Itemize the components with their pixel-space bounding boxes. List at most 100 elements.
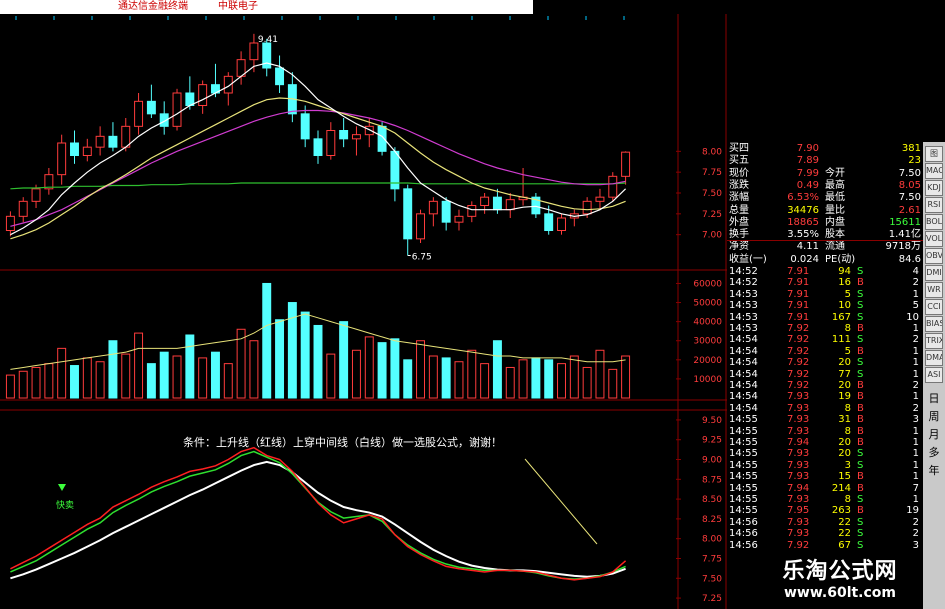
quote-row: 现价 7.99 今开 7.50: [727, 167, 923, 180]
quote-value: 7.50: [898, 192, 921, 204]
indicator-button-macd[interactable]: MACD: [925, 163, 943, 179]
period-button[interactable]: 日: [923, 390, 945, 406]
tick-price: 7.92: [787, 345, 810, 357]
indicator-button-obv[interactable]: OBV: [925, 248, 943, 264]
period-button[interactable]: 月: [923, 426, 945, 442]
candle-up: [505, 199, 515, 211]
tick-volume: 67: [838, 539, 851, 551]
ma-yellow-line: [10, 97, 626, 240]
candle-down: [275, 67, 285, 86]
candle-down: [70, 142, 79, 156]
tick-side: B: [857, 414, 864, 426]
candle-up: [18, 200, 28, 217]
indicator-panel: 条件：上升线（红线）上穿中间线（白线）做一选股公式，谢谢！ 快卖 9.50 9.2…: [10, 416, 722, 604]
quote-divider: [727, 240, 923, 241]
quote-row: 收益(一) 0.024 PE(动) 84.6: [727, 253, 923, 266]
tick-time: 14:56: [729, 516, 758, 528]
indicator-button-dmi[interactable]: DMI: [925, 265, 943, 281]
tick-row: 14:52 7.91 94 S 4: [727, 266, 923, 277]
tick-count: 7: [912, 482, 919, 494]
formula-annotation: 条件：上升线（红线）上穿中间线（白线）做一选股公式，谢谢！: [183, 435, 502, 449]
indicator-button-trix[interactable]: TRIX: [925, 333, 943, 349]
tick-volume: 22: [838, 516, 851, 528]
tick-time: 14:54: [729, 334, 758, 346]
quote-value: 2.61: [898, 204, 921, 216]
tick-time: 14:55: [729, 505, 758, 517]
volume-axis-label: 50000: [693, 299, 722, 309]
volume-bar: [544, 359, 554, 399]
tick-row: 14:56 7.93 22 S 2: [727, 517, 923, 528]
stock-chart[interactable]: 9.41 6.75 8.00 7.75 7.50 7.25 7.00 60000 5000…: [0, 14, 727, 609]
tick-side: S: [857, 539, 864, 551]
candle-up: [198, 84, 208, 106]
candle-up: [82, 146, 92, 157]
volume-axis: 60000 50000 40000 30000 20000 10000: [676, 279, 722, 385]
tick-row: 14:56 7.93 22 S 2: [727, 528, 923, 539]
tick-row: 14:55 7.94 214 B 7: [727, 483, 923, 494]
tick-price: 7.92: [787, 357, 810, 369]
tick-volume: 20: [838, 437, 851, 448]
volume-bar: [351, 349, 361, 399]
indicator-button-rsi[interactable]: RSI: [925, 197, 943, 213]
price-axis-label: 7.00: [702, 231, 722, 241]
quote-value: 15611: [889, 216, 921, 228]
tick-time: 14:55: [729, 414, 758, 426]
quote-value: 18865: [787, 216, 819, 228]
indicator-toolbar: 图MACDKDJRSIBOLLVOLOBVDMIWRCCIBIASTRIXDMA…: [923, 142, 945, 609]
period-button[interactable]: 多: [923, 444, 945, 460]
tick-row: 14:53 7.92 8 B 1: [727, 323, 923, 334]
quote-value: 381: [901, 143, 921, 154]
high-price-label: 9.41: [258, 35, 278, 45]
indicator-axis-label: 8.25: [702, 515, 722, 525]
tick-row: 14:54 7.92 111 S 2: [727, 334, 923, 345]
quote-value: 6.53%: [787, 192, 819, 204]
candle-down: [339, 130, 349, 140]
indicator-button-kdj[interactable]: KDJ: [925, 180, 943, 196]
quote-value: 7.50: [898, 167, 921, 179]
tick-time: 14:53: [729, 323, 758, 334]
indicator-button-vol[interactable]: VOL: [925, 231, 943, 247]
indicator-axis-label: 7.25: [702, 594, 722, 604]
price-axis-label: 7.50: [702, 189, 722, 199]
volume-bar: [172, 355, 182, 399]
candle-up: [621, 151, 631, 177]
volume-bar: [467, 349, 477, 399]
candle-down: [441, 200, 451, 223]
volume-axis-label: 40000: [693, 318, 722, 328]
quote-key: 总量: [729, 204, 749, 216]
tick-volume: 111: [831, 334, 851, 346]
tick-count: 2: [912, 380, 919, 391]
indicator-button-dma[interactable]: DMA: [925, 350, 943, 366]
quote-key: 最低: [825, 192, 845, 204]
tick-count: 3: [912, 414, 919, 426]
volume-bar: [300, 311, 310, 399]
indicator-button-boll[interactable]: BOLL: [925, 214, 943, 230]
volume-bar: [390, 338, 400, 399]
period-button[interactable]: 年: [923, 462, 945, 478]
volume-bar: [121, 353, 131, 399]
tick-side: B: [857, 277, 864, 289]
quote-key: 内盘: [825, 216, 845, 228]
candle-up: [326, 130, 336, 156]
tick-time: 14:54: [729, 391, 758, 403]
signal-label: 快卖: [56, 499, 74, 511]
indicator-button-wr[interactable]: WR: [925, 282, 943, 298]
quote-value: 7.99: [796, 167, 819, 179]
tick-time: 14:54: [729, 368, 758, 380]
tick-row: 14:54 7.93 19 B 1: [727, 391, 923, 402]
period-button[interactable]: 周: [923, 408, 945, 424]
indicator-button-asi[interactable]: ASI: [925, 367, 943, 383]
volume-bar: [364, 336, 374, 399]
volume-bar: [146, 363, 156, 399]
indicator-button-cci[interactable]: CCI: [925, 299, 943, 315]
quote-value: 4.11: [796, 241, 819, 253]
quote-value: 8.05: [898, 179, 921, 191]
indicator-button-bias[interactable]: BIAS: [925, 316, 943, 332]
tick-side: S: [857, 459, 864, 471]
tick-count: 1: [912, 494, 919, 505]
tick-side: S: [857, 266, 864, 277]
tick-side: S: [857, 368, 864, 380]
tick-price: 7.93: [787, 402, 810, 414]
indicator-button-图[interactable]: 图: [925, 146, 943, 162]
tick-count: 1: [912, 459, 919, 471]
